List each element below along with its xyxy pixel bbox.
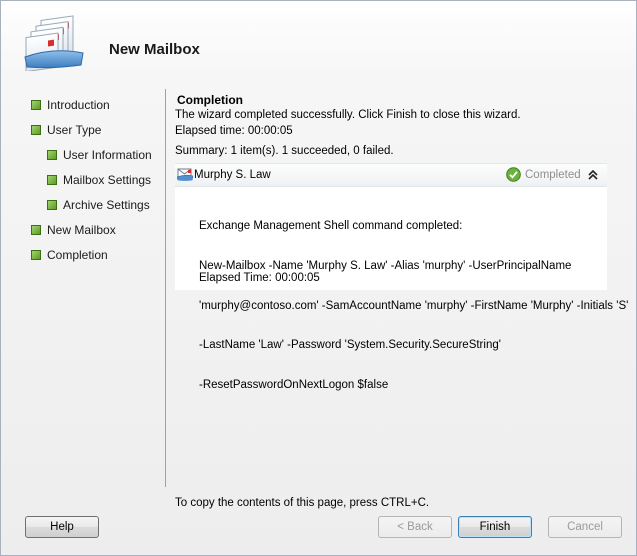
nav-item-user-type[interactable]: User Type: [31, 122, 101, 138]
success-check-icon: [506, 167, 521, 182]
command-line: -LastName 'Law' -Password 'System.Securi…: [199, 339, 501, 352]
nav-item-label: Mailbox Settings: [63, 173, 152, 187]
command-output: Exchange Management Shell command comple…: [199, 194, 628, 418]
green-bullet-icon: [31, 250, 41, 260]
elapsed-time: Elapsed time: 00:00:05: [175, 125, 293, 137]
green-bullet-icon: [47, 200, 57, 210]
nav-item-label: Completion: [47, 248, 108, 262]
green-bullet-icon: [47, 175, 57, 185]
wizard-header: New Mailbox: [1, 1, 636, 86]
mailbox-stack-icon: [24, 15, 84, 71]
help-button[interactable]: Help: [25, 516, 99, 538]
cancel-button[interactable]: Cancel: [548, 516, 622, 538]
summary-text: Summary: 1 item(s). 1 succeeded, 0 faile…: [175, 145, 394, 157]
command-line: Exchange Management Shell command comple…: [199, 220, 463, 233]
mailbox-icon: [177, 168, 193, 181]
nav-item-archive-settings[interactable]: Archive Settings: [47, 197, 150, 213]
result-item-name: Murphy S. Law: [194, 169, 271, 181]
nav-item-label: Archive Settings: [63, 198, 150, 212]
result-header: Murphy S. Law Completed: [175, 164, 607, 187]
command-line: -ResetPasswordOnNextLogon $false: [199, 378, 389, 391]
nav-item-mailbox-settings[interactable]: Mailbox Settings: [47, 172, 151, 188]
collapse-chevron-icon[interactable]: [587, 168, 599, 182]
nav-item-label: User Type: [47, 123, 102, 137]
result-panel: Murphy S. Law Completed Exchange Managem…: [175, 163, 628, 391]
nav-item-user-information[interactable]: User Information: [47, 147, 152, 163]
copy-hint: To copy the contents of this page, press…: [175, 497, 430, 509]
nav-item-label: Introduction: [47, 98, 110, 112]
nav-item-introduction[interactable]: Introduction: [31, 97, 110, 113]
green-bullet-icon: [31, 100, 41, 110]
nav-item-label: User Information: [63, 148, 152, 162]
page-heading: Completion: [177, 93, 243, 107]
success-message: The wizard completed successfully. Click…: [175, 109, 521, 121]
nav-item-label: New Mailbox: [47, 223, 116, 237]
green-bullet-icon: [31, 225, 41, 235]
nav-item-completion[interactable]: Completion: [31, 247, 108, 263]
finish-button[interactable]: Finish: [458, 516, 532, 538]
result-status: Completed: [525, 169, 581, 181]
vertical-divider: [165, 89, 166, 487]
back-button[interactable]: < Back: [378, 516, 452, 538]
green-bullet-icon: [47, 150, 57, 160]
command-line: 'murphy@contoso.com' -SamAccountName 'mu…: [199, 299, 629, 312]
green-bullet-icon: [31, 125, 41, 135]
wizard-title: New Mailbox: [109, 41, 200, 58]
nav-item-new-mailbox[interactable]: New Mailbox: [31, 222, 116, 238]
result-elapsed-time: Elapsed Time: 00:00:05: [199, 272, 320, 284]
